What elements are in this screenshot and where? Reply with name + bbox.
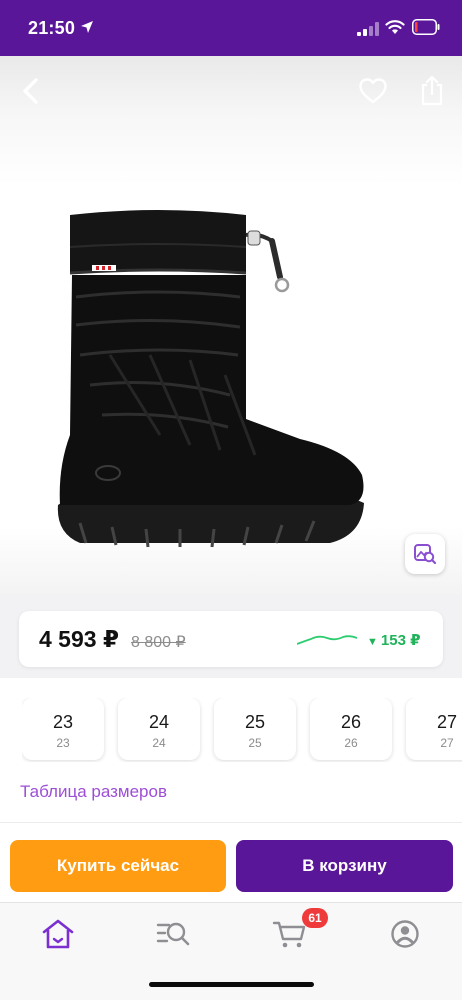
price-drop-value: 153 ₽ (380, 632, 421, 649)
size-label: 26 (340, 712, 362, 732)
profile-icon[interactable] (388, 917, 424, 951)
price-card[interactable]: 4 593 ₽ 8 800 ₽ ▼ 153 ₽ (19, 611, 443, 667)
size-option[interactable]: 26 26 (310, 698, 392, 760)
wifi-icon (385, 20, 405, 34)
status-bar: 21:50 (0, 0, 462, 56)
home-icon[interactable] (40, 917, 76, 951)
size-sublabel: 26 (344, 736, 358, 750)
divider (0, 822, 462, 823)
cart-badge: 61 (302, 908, 328, 928)
size-label: 27 (436, 712, 458, 732)
size-option[interactable]: 24 24 (118, 698, 200, 760)
size-option[interactable]: 25 25 (214, 698, 296, 760)
current-price: 4 593 ₽ (39, 626, 119, 652)
add-to-cart-button[interactable]: В корзину (236, 840, 453, 892)
product-image[interactable] (50, 205, 370, 555)
size-label: 23 (52, 712, 74, 732)
heart-icon[interactable] (358, 76, 388, 106)
location-arrow-icon (81, 21, 93, 33)
size-sublabel: 27 (440, 736, 454, 750)
size-sublabel: 24 (152, 736, 166, 750)
chevron-left-icon[interactable] (16, 76, 46, 106)
size-label: 24 (148, 712, 170, 732)
status-time: 21:50 (28, 18, 76, 38)
price-trend-chart (297, 635, 357, 645)
size-label: 25 (244, 712, 266, 732)
image-search-icon (414, 544, 437, 565)
battery-icon (412, 19, 440, 35)
size-sublabel: 25 (248, 736, 262, 750)
price-drop: ▼ 153 ₽ (367, 631, 421, 649)
old-price: 8 800 ₽ (131, 634, 186, 651)
size-table-link[interactable]: Таблица размеров (20, 782, 167, 802)
size-option[interactable]: 27 27 (406, 698, 462, 760)
size-selector: 23 23 24 24 25 25 26 26 27 27 (22, 698, 462, 762)
size-option[interactable]: 23 23 (22, 698, 104, 760)
size-sublabel: 23 (56, 736, 70, 750)
visual-search-button[interactable] (405, 534, 445, 574)
buy-now-button[interactable]: Купить сейчас (10, 840, 226, 892)
down-arrow-icon: ▼ (367, 636, 378, 648)
signal-icon (357, 22, 379, 36)
home-indicator (149, 982, 314, 987)
catalog-search-icon[interactable] (155, 917, 191, 951)
share-icon[interactable] (418, 74, 446, 106)
